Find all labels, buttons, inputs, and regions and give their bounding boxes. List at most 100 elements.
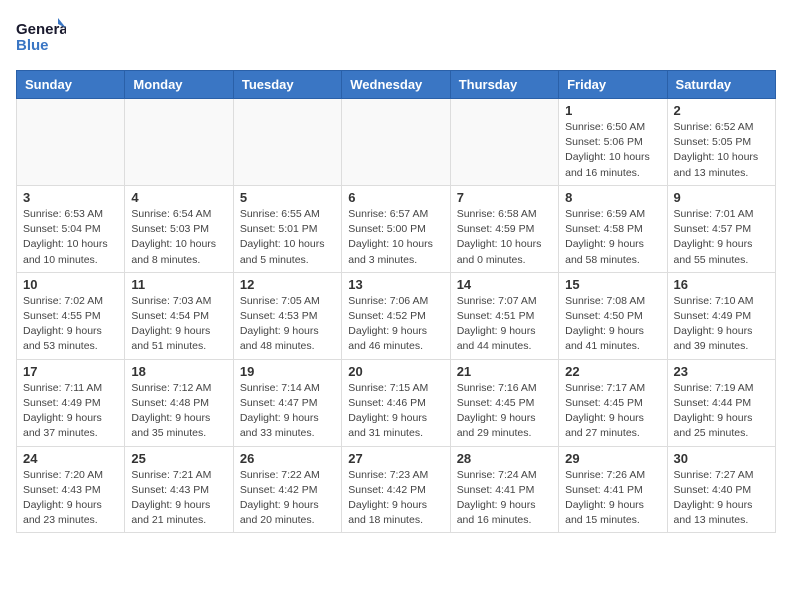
day-number: 21 [457,364,552,379]
day-info: Sunrise: 7:20 AM Sunset: 4:43 PM Dayligh… [23,468,118,529]
calendar-cell: 15 Sunrise: 7:08 AM Sunset: 4:50 PM Dayli… [559,272,667,359]
day-number: 15 [565,277,660,292]
weekday-header-row: SundayMondayTuesdayWednesdayThursdayFrid… [17,71,776,99]
day-info: Sunrise: 6:52 AM Sunset: 5:05 PM Dayligh… [674,120,769,181]
calendar-cell: 21Sunrise: 7:16 AM Sunset: 4:45 PM Dayli… [450,359,558,446]
day-info: Sunrise: 7:14 AM Sunset: 4:47 PM Dayligh… [240,381,335,442]
calendar-cell: 27 Sunrise: 7:23 AM Sunset: 4:42 PM Dayli… [342,446,450,533]
week-row-4: 17Sunrise: 7:11 AM Sunset: 4:49 PM Dayli… [17,359,776,446]
day-number: 7 [457,190,552,205]
calendar-cell: 9 Sunrise: 7:01 AM Sunset: 4:57 PM Daylig… [667,185,775,272]
day-info: Sunrise: 6:54 AM Sunset: 5:03 PM Dayligh… [131,207,226,268]
day-info: Sunrise: 7:26 AM Sunset: 4:41 PM Dayligh… [565,468,660,529]
calendar-cell: 22 Sunrise: 7:17 AM Sunset: 4:45 PM Dayli… [559,359,667,446]
day-number: 22 [565,364,660,379]
day-info: Sunrise: 7:24 AM Sunset: 4:41 PM Dayligh… [457,468,552,529]
day-number: 9 [674,190,769,205]
calendar-cell [125,99,233,186]
day-number: 26 [240,451,335,466]
calendar-cell: 6 Sunrise: 6:57 AM Sunset: 5:00 PM Daylig… [342,185,450,272]
week-row-3: 10 Sunrise: 7:02 AM Sunset: 4:55 PM Dayli… [17,272,776,359]
day-info: Sunrise: 7:23 AM Sunset: 4:42 PM Dayligh… [348,468,443,529]
day-info: Sunrise: 6:57 AM Sunset: 5:00 PM Dayligh… [348,207,443,268]
calendar-cell [342,99,450,186]
day-info: Sunrise: 6:58 AM Sunset: 4:59 PM Dayligh… [457,207,552,268]
day-info: Sunrise: 7:17 AM Sunset: 4:45 PM Dayligh… [565,381,660,442]
calendar-cell: 30 Sunrise: 7:27 AM Sunset: 4:40 PM Dayli… [667,446,775,533]
day-info: Sunrise: 7:10 AM Sunset: 4:49 PM Dayligh… [674,294,769,355]
calendar-cell: 3 Sunrise: 6:53 AM Sunset: 5:04 PM Daylig… [17,185,125,272]
day-info: Sunrise: 6:55 AM Sunset: 5:01 PM Dayligh… [240,207,335,268]
day-number: 30 [674,451,769,466]
day-info: Sunrise: 7:06 AM Sunset: 4:52 PM Dayligh… [348,294,443,355]
day-info: Sunrise: 7:27 AM Sunset: 4:40 PM Dayligh… [674,468,769,529]
day-info: Sunrise: 6:53 AM Sunset: 5:04 PM Dayligh… [23,207,118,268]
calendar-cell: 24 Sunrise: 7:20 AM Sunset: 4:43 PM Dayli… [17,446,125,533]
day-number: 10 [23,277,118,292]
weekday-header-thursday: Thursday [450,71,558,99]
day-number: 5 [240,190,335,205]
page-header: General Blue [16,16,776,60]
day-number: 28 [457,451,552,466]
day-number: 6 [348,190,443,205]
day-info: Sunrise: 7:19 AM Sunset: 4:44 PM Dayligh… [674,381,769,442]
day-info: Sunrise: 7:15 AM Sunset: 4:46 PM Dayligh… [348,381,443,442]
day-info: Sunrise: 7:22 AM Sunset: 4:42 PM Dayligh… [240,468,335,529]
calendar-cell: 13 Sunrise: 7:06 AM Sunset: 4:52 PM Dayli… [342,272,450,359]
day-info: Sunrise: 7:12 AM Sunset: 4:48 PM Dayligh… [131,381,226,442]
calendar-cell: 29 Sunrise: 7:26 AM Sunset: 4:41 PM Dayli… [559,446,667,533]
calendar-cell: 17Sunrise: 7:11 AM Sunset: 4:49 PM Dayli… [17,359,125,446]
calendar-cell: 7 Sunrise: 6:58 AM Sunset: 4:59 PM Daylig… [450,185,558,272]
weekday-header-saturday: Saturday [667,71,775,99]
day-number: 18 [131,364,226,379]
day-number: 23 [674,364,769,379]
calendar-cell: 5 Sunrise: 6:55 AM Sunset: 5:01 PM Daylig… [233,185,341,272]
day-number: 29 [565,451,660,466]
calendar-cell: 20 Sunrise: 7:15 AM Sunset: 4:46 PM Dayli… [342,359,450,446]
day-info: Sunrise: 6:50 AM Sunset: 5:06 PM Dayligh… [565,120,660,181]
day-number: 3 [23,190,118,205]
calendar-cell: 1Sunrise: 6:50 AM Sunset: 5:06 PM Daylig… [559,99,667,186]
day-info: Sunrise: 7:02 AM Sunset: 4:55 PM Dayligh… [23,294,118,355]
day-info: Sunrise: 7:03 AM Sunset: 4:54 PM Dayligh… [131,294,226,355]
day-number: 4 [131,190,226,205]
calendar-cell: 28 Sunrise: 7:24 AM Sunset: 4:41 PM Dayli… [450,446,558,533]
day-number: 27 [348,451,443,466]
calendar-cell: 11Sunrise: 7:03 AM Sunset: 4:54 PM Dayli… [125,272,233,359]
calendar-cell: 10 Sunrise: 7:02 AM Sunset: 4:55 PM Dayli… [17,272,125,359]
calendar-cell [450,99,558,186]
calendar-cell: 4 Sunrise: 6:54 AM Sunset: 5:03 PM Daylig… [125,185,233,272]
day-info: Sunrise: 7:01 AM Sunset: 4:57 PM Dayligh… [674,207,769,268]
calendar-table: SundayMondayTuesdayWednesdayThursdayFrid… [16,70,776,533]
calendar-cell: 26 Sunrise: 7:22 AM Sunset: 4:42 PM Dayli… [233,446,341,533]
week-row-5: 24 Sunrise: 7:20 AM Sunset: 4:43 PM Dayli… [17,446,776,533]
calendar-cell: 8Sunrise: 6:59 AM Sunset: 4:58 PM Daylig… [559,185,667,272]
day-info: Sunrise: 7:21 AM Sunset: 4:43 PM Dayligh… [131,468,226,529]
calendar-cell: 18 Sunrise: 7:12 AM Sunset: 4:48 PM Dayli… [125,359,233,446]
weekday-header-tuesday: Tuesday [233,71,341,99]
weekday-header-friday: Friday [559,71,667,99]
calendar-cell: 14Sunrise: 7:07 AM Sunset: 4:51 PM Dayli… [450,272,558,359]
logo-svg: General Blue [16,16,66,60]
day-number: 14 [457,277,552,292]
weekday-header-wednesday: Wednesday [342,71,450,99]
day-info: Sunrise: 7:05 AM Sunset: 4:53 PM Dayligh… [240,294,335,355]
calendar-cell: 23 Sunrise: 7:19 AM Sunset: 4:44 PM Dayli… [667,359,775,446]
calendar-cell [233,99,341,186]
day-number: 20 [348,364,443,379]
week-row-1: 1Sunrise: 6:50 AM Sunset: 5:06 PM Daylig… [17,99,776,186]
day-number: 24 [23,451,118,466]
day-info: Sunrise: 7:08 AM Sunset: 4:50 PM Dayligh… [565,294,660,355]
day-number: 12 [240,277,335,292]
week-row-2: 3 Sunrise: 6:53 AM Sunset: 5:04 PM Daylig… [17,185,776,272]
day-info: Sunrise: 6:59 AM Sunset: 4:58 PM Dayligh… [565,207,660,268]
logo: General Blue [16,16,66,60]
day-number: 13 [348,277,443,292]
calendar-cell: 2 Sunrise: 6:52 AM Sunset: 5:05 PM Daylig… [667,99,775,186]
calendar-cell: 12 Sunrise: 7:05 AM Sunset: 4:53 PM Dayli… [233,272,341,359]
day-number: 16 [674,277,769,292]
calendar-cell [17,99,125,186]
day-number: 2 [674,103,769,118]
svg-text:Blue: Blue [16,37,49,54]
day-number: 25 [131,451,226,466]
